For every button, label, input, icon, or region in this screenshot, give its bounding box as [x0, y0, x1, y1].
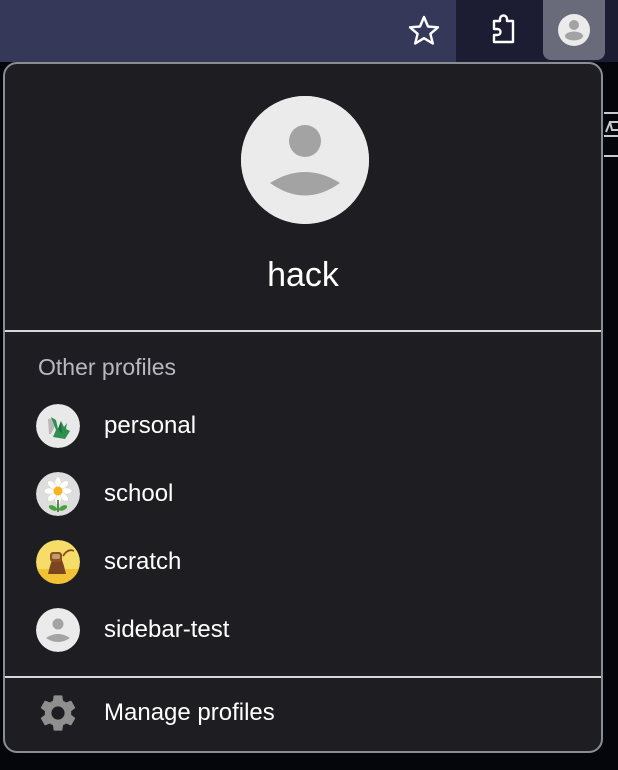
profile-item-school[interactable]: school [5, 460, 601, 528]
profile-name: school [104, 480, 174, 507]
profile-name: sidebar-test [104, 616, 230, 643]
bookmark-star-button[interactable] [394, 0, 454, 60]
browser-toolbar [0, 0, 618, 62]
profile-menu: hack Other profiles personal school scra… [3, 62, 603, 753]
origami-dragon-avatar [36, 404, 80, 448]
manage-profiles-label: Manage profiles [104, 699, 275, 726]
extensions-button[interactable] [474, 0, 534, 60]
star-icon [408, 15, 440, 45]
current-profile-avatar [241, 96, 369, 224]
current-profile-name: hack [267, 256, 339, 294]
other-profiles-section: Other profiles personal school scratch s… [5, 332, 601, 676]
gear-icon [40, 695, 76, 731]
profile-item-scratch[interactable]: scratch [5, 528, 601, 596]
puzzle-icon [492, 14, 515, 44]
background-page-fragment [604, 112, 618, 157]
monkey-avatar [36, 540, 80, 584]
default-avatar-icon [241, 96, 369, 224]
other-profiles-heading: Other profiles [38, 354, 177, 380]
current-profile-section: hack [5, 64, 601, 330]
avatar-icon [558, 14, 590, 46]
profile-button[interactable] [543, 0, 605, 60]
profile-item-sidebar-test[interactable]: sidebar-test [5, 596, 601, 664]
default-avatar-icon [36, 608, 80, 652]
profile-name: personal [104, 412, 197, 439]
manage-profiles-button[interactable]: Manage profiles [5, 678, 601, 748]
profile-item-personal[interactable]: personal [5, 392, 601, 460]
profile-name: scratch [104, 548, 182, 575]
daisy-flower-avatar [36, 472, 80, 516]
